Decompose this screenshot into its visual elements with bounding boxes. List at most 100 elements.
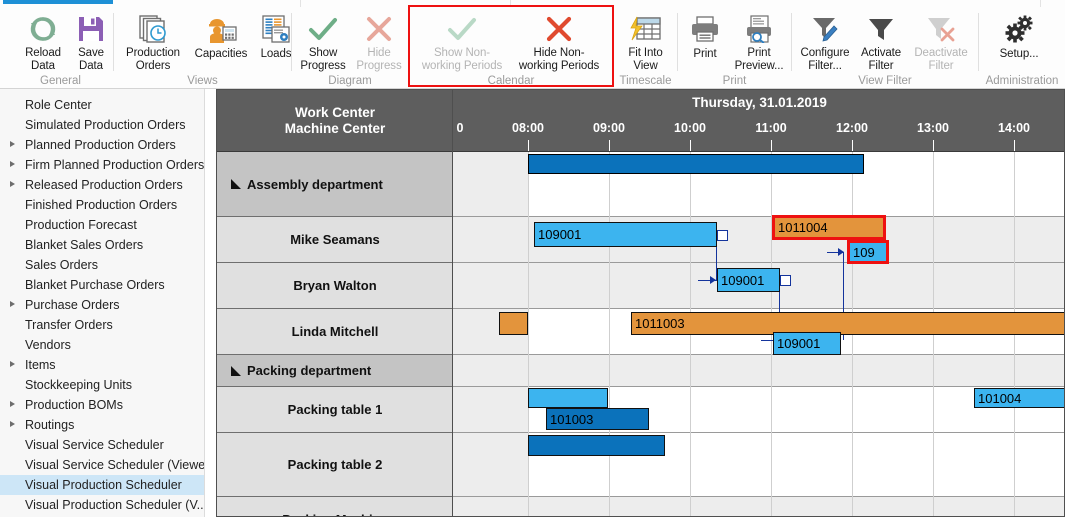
production-orders-button[interactable]: Production Orders xyxy=(117,10,189,72)
collapse-triangle-icon[interactable] xyxy=(231,179,241,189)
table-row-group-assembly[interactable]: Assembly department xyxy=(217,152,452,217)
gantt-bar-109001-bryan[interactable]: 109001 xyxy=(717,268,780,292)
sidebar-splitter[interactable] xyxy=(205,89,216,517)
gantt-bar-handle[interactable] xyxy=(780,275,791,286)
table-row-packing-machine[interactable]: Packing Machine xyxy=(217,497,452,516)
sidebar-item-vendors[interactable]: Vendors xyxy=(0,335,204,355)
row-label: Packing department xyxy=(247,363,372,378)
row-label: Mike Seamans xyxy=(290,232,380,247)
chevron-right-icon[interactable] xyxy=(10,301,15,307)
sidebar-item-purchase-orders[interactable]: Purchase Orders xyxy=(0,295,204,315)
gantt-name-column: Work Center Machine Center Assembly depa… xyxy=(216,89,452,517)
print-preview-button[interactable]: Print Preview... xyxy=(728,10,790,72)
table-row-packing-table-2[interactable]: Packing table 2 xyxy=(217,433,452,497)
sidebar-item-visual-service-scheduler[interactable]: Visual Service Scheduler xyxy=(0,435,204,455)
chevron-right-icon[interactable] xyxy=(10,421,15,427)
gantt-row-packing-machine[interactable] xyxy=(453,497,1064,516)
gantt-bar-orange-stub-linda[interactable] xyxy=(499,312,528,335)
hide-nonworking-periods-button[interactable]: Hide Non- working Periods xyxy=(511,10,607,72)
nonworking-period-shade xyxy=(453,217,528,262)
table-row-mike-seamans[interactable]: Mike Seamans xyxy=(217,217,452,263)
nonworking-period-shade xyxy=(453,263,528,308)
timescale-tick xyxy=(771,140,772,151)
gantt-bar-109001-mike[interactable]: 109001 xyxy=(534,222,717,247)
header-line-2: Machine Center xyxy=(284,120,386,136)
row-label: Bryan Walton xyxy=(293,278,377,293)
sidebar-item-visual-service-scheduler-viewer[interactable]: Visual Service Scheduler (Viewer) xyxy=(0,455,204,475)
sidebar-item-blanket-sales-orders[interactable]: Blanket Sales Orders xyxy=(0,235,204,255)
gantt-bar-packing-table-1-a[interactable] xyxy=(528,388,608,408)
sidebar-item-planned-production-orders[interactable]: Planned Production Orders xyxy=(0,135,204,155)
sidebar-item-items[interactable]: Items xyxy=(0,355,204,375)
group-label-administration: Administration xyxy=(985,75,1059,87)
ribbon-tabstrip xyxy=(0,0,1065,7)
navigation-sidebar[interactable]: Role Center Simulated Production Orders … xyxy=(0,89,205,517)
sidebar-item-transfer-orders[interactable]: Transfer Orders xyxy=(0,315,204,335)
gantt-bar-1011003-linda[interactable]: 1011003 xyxy=(631,312,1064,335)
loads-label: Loads xyxy=(260,48,292,60)
collapse-triangle-icon[interactable] xyxy=(231,365,241,376)
ribbon-group-diagram: Show Progress Hide Progress Diagram xyxy=(292,7,408,89)
nonworking-period-shade xyxy=(453,433,528,496)
deactivate-filter-icon xyxy=(926,12,956,45)
chevron-right-icon[interactable] xyxy=(10,161,15,167)
ribbon-body: Reload Data Save Data General Production… xyxy=(0,7,1065,89)
gantt-chart-area[interactable]: Thursday, 31.01.2019 0 08:00 09:00 10:00… xyxy=(452,89,1065,517)
chevron-right-icon[interactable] xyxy=(10,361,15,367)
sidebar-item-role-center[interactable]: Role Center xyxy=(0,95,204,115)
bar-label: 101003 xyxy=(550,411,594,427)
configure-filter-icon xyxy=(810,12,840,45)
gantt-gridline xyxy=(609,152,610,516)
row-label: Packing table 1 xyxy=(287,402,383,417)
table-row-packing-table-1[interactable]: Packing table 1 xyxy=(217,387,452,433)
sidebar-item-released-production-orders[interactable]: Released Production Orders xyxy=(0,175,204,195)
chevron-right-icon[interactable] xyxy=(10,401,15,407)
gantt-bar-packing-table-2[interactable] xyxy=(528,435,665,456)
table-row-group-packing[interactable]: Packing department xyxy=(217,355,452,387)
sidebar-item-blanket-purchase-orders[interactable]: Blanket Purchase Orders xyxy=(0,275,204,295)
sidebar-item-firm-planned-production-orders[interactable]: Firm Planned Production Orders xyxy=(0,155,204,175)
configure-filter-button[interactable]: Configure Filter... xyxy=(794,10,856,72)
sidebar-item-sales-orders[interactable]: Sales Orders xyxy=(0,255,204,275)
gantt-bar-109-bryan[interactable]: 109 xyxy=(847,240,889,264)
checkmark-icon xyxy=(307,12,339,45)
show-progress-button[interactable]: Show Progress xyxy=(294,10,352,72)
sidebar-item-stockkeeping-units[interactable]: Stockkeeping Units xyxy=(0,375,204,395)
bar-label: 109 xyxy=(853,244,875,260)
bar-label: 109001 xyxy=(538,227,582,242)
ribbon-group-views: Production Orders Capacities Loads Views xyxy=(114,7,292,89)
capacities-button[interactable]: Capacities xyxy=(190,10,252,72)
group-label-calendar: Calendar xyxy=(487,75,535,87)
chevron-right-icon[interactable] xyxy=(10,141,15,147)
sidebar-item-visual-production-scheduler[interactable]: Visual Production Scheduler xyxy=(0,475,204,495)
activate-filter-button[interactable]: Activate Filter xyxy=(853,10,909,72)
gantt-bar-summary-assembly[interactable] xyxy=(528,154,864,174)
funnel-icon xyxy=(867,12,895,45)
table-row-bryan-walton[interactable]: Bryan Walton xyxy=(217,263,452,309)
gantt-bar-101004-packing-table-1[interactable]: 101004 xyxy=(974,388,1064,408)
sidebar-item-label: Role Center xyxy=(25,98,92,112)
table-row-linda-mitchell[interactable]: Linda Mitchell xyxy=(217,309,452,355)
fit-into-view-button[interactable]: Fit Into View xyxy=(615,10,676,72)
sidebar-item-finished-production-orders[interactable]: Finished Production Orders xyxy=(0,195,204,215)
print-preview-label: Print Preview... xyxy=(734,47,784,72)
group-label-print: Print xyxy=(722,75,747,87)
chevron-right-icon[interactable] xyxy=(10,181,15,187)
printer-icon xyxy=(690,12,720,46)
print-button[interactable]: Print xyxy=(680,10,730,72)
gantt-bar-1011004-bryan[interactable]: 1011004 xyxy=(772,215,886,240)
timescale-hour-3: 10:00 xyxy=(674,121,706,135)
gantt-bar-handle[interactable] xyxy=(717,230,728,241)
gantt-row-group-packing[interactable] xyxy=(453,355,1064,387)
gantt-rows[interactable]: 109001 1011004 109 109001 1011003 109001… xyxy=(453,152,1064,516)
gantt-bar-109001-linda[interactable]: 109001 xyxy=(773,332,841,355)
dependency-link-arrow xyxy=(838,248,844,256)
group-label-views: Views xyxy=(187,75,218,87)
sidebar-item-visual-production-scheduler-viewer[interactable]: Visual Production Scheduler (V... xyxy=(0,495,204,515)
sidebar-item-simulated-production-orders[interactable]: Simulated Production Orders xyxy=(0,115,204,135)
sidebar-item-production-boms[interactable]: Production BOMs xyxy=(0,395,204,415)
sidebar-item-routings[interactable]: Routings xyxy=(0,415,204,435)
setup-button[interactable]: Setup... xyxy=(988,10,1050,72)
sidebar-item-production-forecast[interactable]: Production Forecast xyxy=(0,215,204,235)
gantt-bar-101003-packing-table-1[interactable]: 101003 xyxy=(546,408,649,430)
